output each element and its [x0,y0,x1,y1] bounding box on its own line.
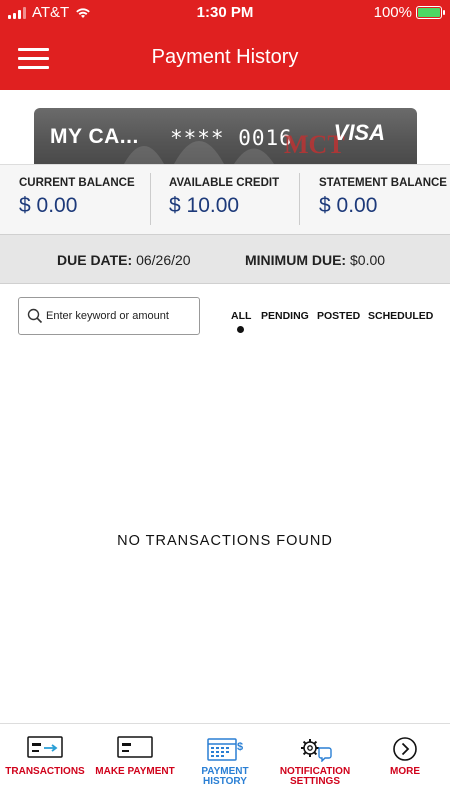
nav-payment-history-label: PAYMENT HISTORY [201,766,249,787]
status-bar: AT&T 1:30 PM 100% [0,0,450,26]
filter-tabs: ALL PENDING POSTED SCHEDULED [0,310,450,340]
nav-more-label: MORE [390,766,420,777]
battery-percent: 100% [373,4,412,21]
minimum-due: MINIMUM DUE: $0.00 [245,252,385,268]
card-transactions-icon [27,736,63,758]
current-balance-value: $ 0.00 [19,194,78,217]
app-root: AT&T 1:30 PM 100% Payment History MY CA.… [0,0,450,800]
minimum-due-value: $0.00 [350,252,386,268]
top-bar: AT&T 1:30 PM 100% Payment History [0,0,450,90]
statement-balance-label: STATEMENT BALANCE [319,177,447,189]
due-date-value: 06/26/20 [136,252,191,268]
available-credit: AVAILABLE CREDIT $ 10.00 [150,165,300,235]
chevron-right-circle-icon [393,737,417,761]
available-credit-label: AVAILABLE CREDIT [169,177,280,189]
due-date-label: DUE DATE: [57,252,133,268]
nav-notification-settings[interactable]: NOTIFICATION SETTINGS [270,724,360,800]
nav-more[interactable]: MORE [360,724,450,800]
nav-transactions-label: TRANSACTIONS [5,766,85,777]
card-number: **** 0016 [170,126,293,150]
statement-balance-value: $ 0.00 [319,194,378,217]
empty-state-message: NO TRANSACTIONS FOUND [117,533,333,549]
current-balance-label: CURRENT BALANCE [19,177,135,189]
visa-logo: VISA [333,120,385,145]
battery-charging-icon [416,6,445,19]
nav-make-payment-label: MAKE PAYMENT [95,766,175,777]
due-date: DUE DATE: 06/26/20 [57,252,191,268]
calendar-dollar-icon: $ [207,738,243,761]
nav-payment-history[interactable]: $ PAYMENT HISTORY [180,724,270,800]
available-credit-value: $ 10.00 [169,194,240,217]
filter-pending[interactable]: PENDING [261,310,309,322]
status-right: 100% [373,4,445,21]
minimum-due-label: MINIMUM DUE: [245,252,347,268]
nav-notification-settings-label: NOTIFICATION SETTINGS [279,766,351,787]
current-balance: CURRENT BALANCE $ 0.00 [0,165,150,235]
card-summary[interactable]: MY CA... **** 0016 MCT VISA [34,108,417,164]
nav-make-payment[interactable]: MAKE PAYMENT [90,724,180,800]
page-title: Payment History [151,46,299,68]
statement-balance: STATEMENT BALANCE $ 0.00 [300,165,450,235]
selected-filter-indicator [237,326,244,333]
filter-posted[interactable]: POSTED [317,310,360,322]
filter-all[interactable]: ALL [231,310,251,322]
svg-text:$: $ [237,741,243,753]
filter-scheduled[interactable]: SCHEDULED [368,310,433,322]
card-payment-icon [117,736,153,758]
due-row: DUE DATE: 06/26/20 MINIMUM DUE: $0.00 [0,234,450,284]
nav-transactions[interactable]: TRANSACTIONS [0,724,90,800]
bottom-nav: TRANSACTIONS MAKE PAYMENT $ PAYMENT HIST… [0,723,450,800]
balances-row: CURRENT BALANCE $ 0.00 AVAILABLE CREDIT … [0,164,450,234]
card-name: MY CA... [50,125,139,148]
gear-chat-icon [301,739,332,762]
